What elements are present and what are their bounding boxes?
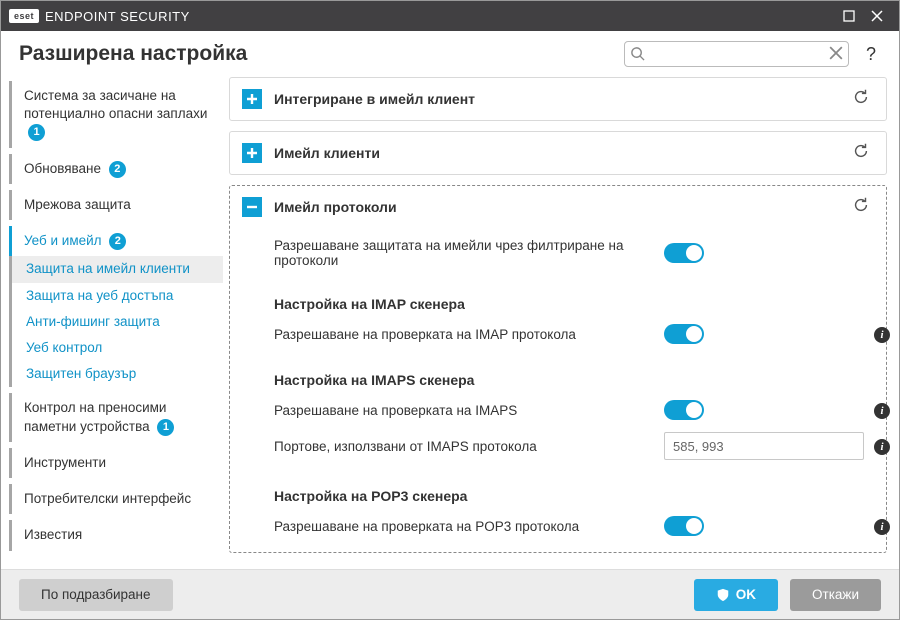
badge: 1 [157, 419, 174, 436]
label: Разрешаване на проверката на POP3 проток… [274, 519, 654, 534]
sidebar-item-secure-browser[interactable]: Защитен браузър [9, 361, 223, 387]
panel-body: Разрешаване защитата на имейли чрез филт… [230, 228, 886, 552]
reset-icon[interactable] [852, 196, 874, 218]
panel-header[interactable]: Имейл протоколи [230, 186, 886, 228]
expand-icon [242, 143, 262, 163]
label: Разрешаване на проверката на IMAP проток… [274, 327, 654, 342]
section-imap-heading: Настройка на IMAP скенера [274, 296, 872, 312]
sidebar-item-ui[interactable]: Потребителски интерфейс [9, 484, 223, 514]
sidebar-item-antiphishing[interactable]: Анти-фишинг защита [9, 309, 223, 335]
clear-search-icon[interactable] [829, 46, 843, 65]
expand-icon [242, 89, 262, 109]
shield-icon [716, 588, 730, 602]
body: Система за засичане на потенциално опасн… [1, 73, 899, 569]
reset-icon[interactable] [852, 142, 874, 164]
row-pop3-enable: Разрешаване на проверката на POP3 проток… [274, 510, 872, 542]
sidebar-item-email-client-protection[interactable]: Защита на имейл клиенти [9, 256, 223, 282]
window-close-button[interactable] [863, 2, 891, 30]
row-imaps-enable: Разрешаване на проверката на IMAPS i [274, 394, 872, 426]
sidebar-item-web-email[interactable]: Уеб и имейл 2 [9, 226, 223, 256]
app-window: eset ENDPOINT SECURITY Разширена настрой… [0, 0, 900, 620]
panel-email-client-integration: Интегриране в имейл клиент [229, 77, 887, 121]
badge: 2 [109, 161, 126, 178]
reset-icon[interactable] [852, 88, 874, 110]
input-imaps-ports[interactable] [664, 432, 864, 460]
section-pop3-heading: Настройка на POP3 скенера [274, 488, 872, 504]
search-icon [630, 46, 645, 66]
cancel-button[interactable]: Откажи [790, 579, 881, 611]
footer: По подразбиране OK Откажи [1, 569, 899, 619]
header-row: Разширена настройка ? [1, 31, 899, 73]
row-imaps-ports: Портове, използвани от IMAPS протокола i [274, 426, 872, 466]
panel-email-clients: Имейл клиенти [229, 131, 887, 175]
label: Портове, използвани от IMAPS протокола [274, 439, 654, 454]
row-enable-protocol-filtering: Разрешаване защитата на имейли чрез филт… [274, 232, 872, 274]
label: Разрешаване на проверката на IMAPS [274, 403, 654, 418]
panel-header[interactable]: Имейл клиенти [230, 132, 886, 174]
label: Разрешаване защитата на имейли чрез филт… [274, 238, 654, 268]
sidebar: Система за засичане на потенциално опасн… [1, 73, 223, 569]
toggle-enable-filtering[interactable] [664, 243, 704, 263]
content-area[interactable]: Интегриране в имейл клиент Имейл клиенти [223, 73, 899, 569]
sidebar-item-web-control[interactable]: Уеб контрол [9, 335, 223, 361]
sidebar-item-update[interactable]: Обновяване 2 [9, 154, 223, 184]
info-icon[interactable]: i [874, 519, 890, 535]
collapse-icon [242, 197, 262, 217]
toggle-pop3[interactable] [664, 516, 704, 536]
info-icon[interactable]: i [874, 439, 890, 455]
section-imaps-heading: Настройка на IMAPS скенера [274, 372, 872, 388]
badge: 2 [109, 233, 126, 250]
default-button[interactable]: По подразбиране [19, 579, 173, 611]
page-title: Разширена настройка [19, 42, 247, 66]
info-icon[interactable]: i [874, 403, 890, 419]
sidebar-item-removable-media[interactable]: Контрол на преносими паметни устройства … [9, 393, 223, 441]
titlebar: eset ENDPOINT SECURITY [1, 1, 899, 31]
info-icon[interactable]: i [874, 327, 890, 343]
sidebar-item-detection[interactable]: Система за засичане на потенциално опасн… [9, 81, 223, 148]
search-input[interactable] [624, 41, 849, 67]
brand-badge: eset [9, 9, 39, 23]
sidebar-item-network[interactable]: Мрежова защита [9, 190, 223, 220]
help-button[interactable]: ? [861, 44, 881, 65]
search-box [624, 41, 849, 67]
sidebar-item-web-access[interactable]: Защита на уеб достъпа [9, 283, 223, 309]
badge: 1 [28, 124, 45, 141]
brand-text: ENDPOINT SECURITY [45, 9, 190, 24]
panel-email-protocols: Имейл протоколи Разрешаване защитата на … [229, 185, 887, 553]
sidebar-item-tools[interactable]: Инструменти [9, 448, 223, 478]
window-maximize-button[interactable] [835, 2, 863, 30]
panel-header[interactable]: Интегриране в имейл клиент [230, 78, 886, 120]
sidebar-item-notifications[interactable]: Известия [9, 520, 223, 550]
toggle-imap[interactable] [664, 324, 704, 344]
ok-button[interactable]: OK [694, 579, 778, 611]
row-imap-enable: Разрешаване на проверката на IMAP проток… [274, 318, 872, 350]
toggle-imaps[interactable] [664, 400, 704, 420]
